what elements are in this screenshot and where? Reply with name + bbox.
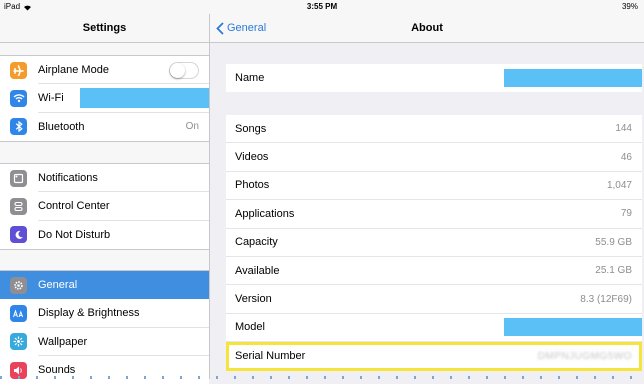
info-label: Capacity xyxy=(235,236,278,249)
settings-sidebar: Settings Airplane Mode Wi-Fi Bluetooth O… xyxy=(0,14,210,384)
sidebar-group-connectivity: Airplane Mode Wi-Fi Bluetooth On xyxy=(0,55,209,142)
info-value: 1,047 xyxy=(606,179,632,191)
redacted-model xyxy=(504,318,642,337)
sidebar-group-general: General Display & Brightness Wallpaper S… xyxy=(0,270,209,384)
info-value: 8.3 (12F69) xyxy=(580,293,632,305)
name-group: Name xyxy=(226,64,642,93)
airplane-mode-toggle[interactable] xyxy=(169,61,199,79)
status-bar: iPad 3:55 PM 39% xyxy=(0,0,644,14)
sidebar-item-label: Bluetooth xyxy=(38,120,85,133)
info-label: Available xyxy=(235,264,280,277)
info-label: Model xyxy=(235,321,265,334)
battery-level: 39% xyxy=(621,2,638,11)
info-row-videos: Videos 46 xyxy=(226,143,642,172)
wifi-icon xyxy=(10,89,27,107)
sidebar-item-label: Do Not Disturb xyxy=(38,228,111,241)
sidebar-item-display-brightness[interactable]: Display & Brightness xyxy=(0,299,209,328)
sidebar-item-label: Sounds xyxy=(38,364,76,377)
sidebar-item-notifications[interactable]: Notifications xyxy=(0,164,209,193)
sidebar-item-bluetooth[interactable]: Bluetooth On xyxy=(0,113,209,141)
info-row-available: Available 25.1 GB xyxy=(226,257,642,286)
bluetooth-icon xyxy=(10,118,27,136)
sidebar-item-label: Notifications xyxy=(38,172,98,185)
sidebar-item-wifi[interactable]: Wi-Fi xyxy=(0,84,209,113)
info-row-model[interactable]: Model xyxy=(226,314,642,343)
sidebar-item-label: Display & Brightness xyxy=(38,307,140,320)
sidebar-item-label: Wallpaper xyxy=(38,335,88,348)
info-row-applications: Applications 79 xyxy=(226,200,642,229)
about-detail-pane: General About Name Songs 144 Videos 46 P… xyxy=(210,14,644,379)
status-time: 3:55 PM xyxy=(306,2,338,11)
sidebar-item-control-center[interactable]: Control Center xyxy=(0,192,209,221)
info-value: 46 xyxy=(620,151,632,163)
detail-nav-bar: General About xyxy=(210,14,644,43)
moon-icon xyxy=(10,226,27,244)
airplane-icon xyxy=(10,61,27,79)
sidebar-title: Settings xyxy=(82,22,127,34)
sidebar-item-general[interactable]: General xyxy=(0,271,209,300)
bluetooth-status: On xyxy=(185,121,199,133)
info-value: 79 xyxy=(620,208,632,220)
gear-icon xyxy=(10,276,27,294)
info-label: Version xyxy=(235,293,272,306)
sidebar-item-label: General xyxy=(38,279,78,292)
info-label: Serial Number xyxy=(235,350,306,363)
toggle-knob xyxy=(170,62,185,78)
info-value: 25.1 GB xyxy=(595,265,632,277)
info-row-version[interactable]: Version 8.3 (12F69) xyxy=(226,285,642,314)
divider xyxy=(0,42,209,43)
page-title: About xyxy=(411,22,443,34)
info-row-songs: Songs 144 xyxy=(226,115,642,144)
notifications-icon xyxy=(10,169,27,187)
sidebar-item-label: Airplane Mode xyxy=(38,64,109,77)
wallpaper-icon xyxy=(10,333,27,351)
redacted-network-name xyxy=(80,88,209,109)
info-row-capacity: Capacity 55.9 GB xyxy=(226,229,642,257)
sidebar-group-notifications: Notifications Control Center Do Not Dist… xyxy=(0,163,209,250)
redacted-device-name xyxy=(504,69,642,88)
sidebar-item-label: Control Center xyxy=(38,200,110,213)
serial-number-value: DMPNJUGMG5WO xyxy=(537,350,632,362)
about-info-group: Songs 144 Videos 46 Photos 1,047 Applica… xyxy=(226,115,642,371)
sidebar-item-do-not-disturb[interactable]: Do Not Disturb xyxy=(0,221,209,249)
info-value: 144 xyxy=(615,123,632,135)
control-center-icon xyxy=(10,197,27,215)
name-label: Name xyxy=(235,72,265,85)
sidebar-item-wallpaper[interactable]: Wallpaper xyxy=(0,328,209,356)
sidebar-item-airplane-mode[interactable]: Airplane Mode xyxy=(0,56,209,85)
info-label: Videos xyxy=(235,151,269,164)
name-row[interactable]: Name xyxy=(226,64,642,92)
sidebar-item-sounds[interactable]: Sounds xyxy=(0,356,209,384)
info-label: Photos xyxy=(235,179,270,192)
info-row-photos: Photos 1,047 xyxy=(226,172,642,201)
sidebar-item-label: Wi-Fi xyxy=(38,92,64,105)
info-label: Songs xyxy=(235,122,267,135)
info-row-serial-number[interactable]: Serial Number DMPNJUGMG5WO xyxy=(226,342,642,371)
display-icon xyxy=(10,304,27,322)
info-label: Applications xyxy=(235,207,295,220)
info-value: 55.9 GB xyxy=(595,236,632,248)
